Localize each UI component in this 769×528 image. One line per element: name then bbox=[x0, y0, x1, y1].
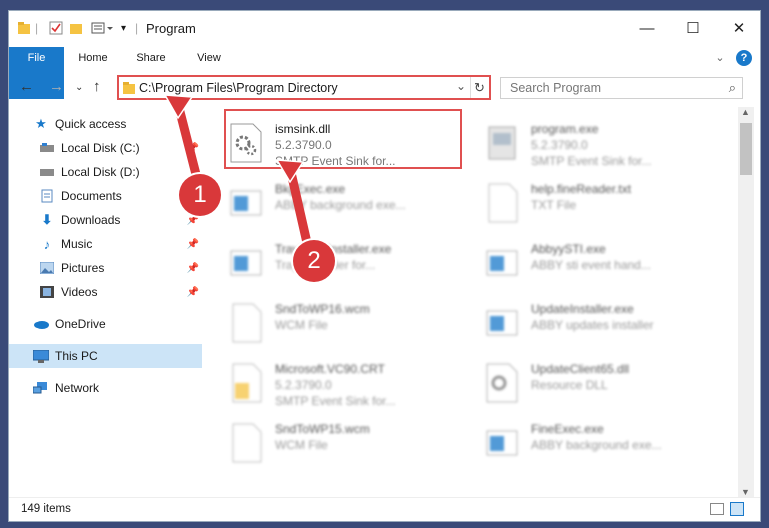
arrow-2-head bbox=[275, 159, 305, 184]
callout-2: 2 bbox=[293, 240, 335, 282]
callout-1: 1 bbox=[179, 174, 221, 216]
annotation-arrows bbox=[163, 94, 315, 261]
arrow-1-head bbox=[163, 94, 194, 120]
